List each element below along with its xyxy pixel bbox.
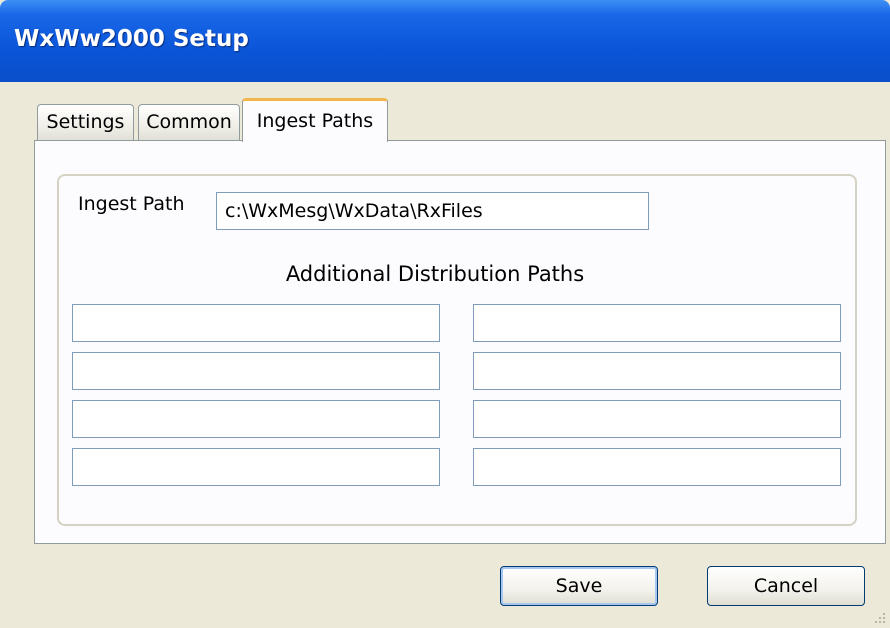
distribution-paths-heading: Additional Distribution Paths xyxy=(285,262,585,286)
resize-grip-icon[interactable] xyxy=(872,610,886,624)
distribution-path-field-right-2[interactable] xyxy=(473,352,841,390)
title-bar[interactable]: WxWw2000 Setup xyxy=(0,0,890,82)
window-title: WxWw2000 Setup xyxy=(14,26,249,52)
tab-settings[interactable]: Settings xyxy=(37,104,134,140)
tab-common[interactable]: Common xyxy=(138,104,240,140)
distribution-path-field-left-2[interactable] xyxy=(72,352,440,390)
cancel-button[interactable]: Cancel xyxy=(707,566,865,606)
distribution-path-field-right-1[interactable] xyxy=(473,304,841,342)
distribution-path-field-left-4[interactable] xyxy=(72,448,440,486)
distribution-path-field-right-3[interactable] xyxy=(473,400,841,438)
ingest-path-input[interactable] xyxy=(216,192,649,230)
save-button[interactable]: Save xyxy=(500,566,658,606)
distribution-path-field-left-3[interactable] xyxy=(72,400,440,438)
distribution-path-field-left-1[interactable] xyxy=(72,304,440,342)
ingest-path-label: Ingest Path xyxy=(78,193,185,215)
tab-ingest-paths[interactable]: Ingest Paths xyxy=(242,98,388,142)
distribution-path-field-right-4[interactable] xyxy=(473,448,841,486)
